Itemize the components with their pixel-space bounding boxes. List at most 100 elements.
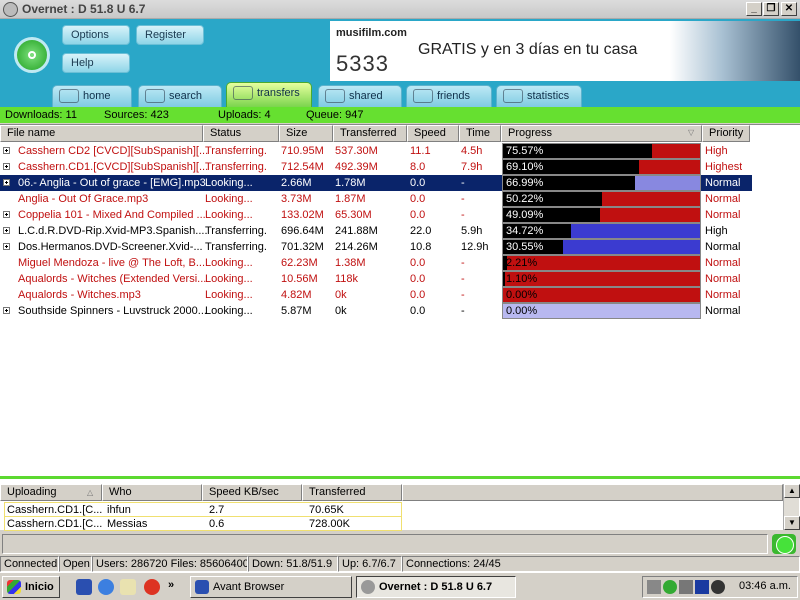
tab-transfers[interactable]: transfers: [226, 82, 312, 107]
taskbar-item-overnet[interactable]: Overnet : D 51.8 U 6.7: [356, 576, 516, 598]
expand-icon[interactable]: [3, 163, 10, 170]
progress-bar: 49.09%: [502, 207, 701, 223]
col-status[interactable]: Status: [203, 125, 279, 142]
register-button[interactable]: Register: [136, 25, 204, 45]
status-users-files: Users: 286720 Files: 85606400: [92, 556, 248, 572]
start-button[interactable]: Inicio: [2, 576, 60, 598]
title-bar[interactable]: Overnet : D 51.8 U 6.7 _ ❐ ✕: [0, 0, 800, 19]
transfer-row[interactable]: Dos.Hermanos.DVD-Screener.Xvid-... Transf…: [0, 239, 752, 255]
expand-icon[interactable]: [3, 179, 10, 186]
col-uploading[interactable]: Uploading △: [0, 484, 102, 501]
col-who[interactable]: Who: [102, 484, 202, 501]
internet-explorer-icon[interactable]: [98, 579, 114, 595]
col-progress[interactable]: Progress: [501, 125, 702, 142]
transfer-row[interactable]: Coppelia 101 - Mixed And Compiled ... Loo…: [0, 207, 752, 223]
sort-arrow-icon: ▽: [688, 128, 695, 137]
progress-bar: 30.55%: [502, 239, 701, 255]
tray-overnet-icon[interactable]: [663, 580, 677, 594]
transfer-row[interactable]: Southside Spinners - Luvstruck 2000... Lo…: [0, 303, 752, 319]
close-button[interactable]: ✕: [781, 2, 797, 16]
cell-speed: 8.0: [410, 161, 426, 173]
message-bar: [0, 532, 800, 556]
transfer-row[interactable]: Aqualords - Witches.mp3 Looking... 4.82M 0k…: [0, 287, 752, 303]
tray-volume-icon[interactable]: [679, 580, 693, 594]
uploads-pane[interactable]: Uploading △ Who Speed KB/sec Transferred …: [0, 476, 800, 531]
cell-size: 701.32M: [281, 241, 324, 253]
uploads-scrollbar[interactable]: ▲ ▼: [783, 484, 800, 530]
scroll-down-arrow[interactable]: ▼: [784, 516, 800, 530]
tray-network-icon[interactable]: [711, 580, 725, 594]
app-icon: [3, 2, 18, 17]
transfer-row[interactable]: L.C.d.R.DVD-Rip.Xvid-MP3.Spanish.... Tran…: [0, 223, 752, 239]
cell-name: Coppelia 101 - Mixed And Compiled ...: [18, 209, 206, 221]
help-button[interactable]: Help: [62, 53, 130, 73]
options-button[interactable]: Options: [62, 25, 130, 45]
cell-priority: Normal: [705, 209, 741, 221]
transfer-row[interactable]: Casshern.CD1.[CVCD][SubSpanish][... Trans…: [0, 159, 752, 175]
cell-speed: 0.0: [410, 177, 426, 189]
tab-shared[interactable]: shared: [318, 85, 402, 107]
col-priority[interactable]: Priority: [702, 125, 750, 142]
connection-status-icon[interactable]: [772, 534, 796, 554]
status-open: Open: [59, 556, 92, 572]
transfer-row[interactable]: 06.- Anglia - Out of grace - [EMG].mp3 Lo…: [0, 175, 752, 191]
progress-text: 1.10%: [506, 273, 538, 285]
tab-search[interactable]: search: [138, 85, 222, 107]
transfer-row[interactable]: Casshern CD2 [CVCD][SubSpanish][... Trans…: [0, 143, 752, 159]
scroll-up-arrow[interactable]: ▲: [784, 484, 800, 498]
ad-banner[interactable]: musifilm.com 5333 GRATIS y en 3 días en …: [330, 21, 800, 81]
minimize-button[interactable]: _: [746, 2, 762, 16]
cell-size: 2.66M: [281, 177, 312, 189]
tab-label: friends: [437, 90, 471, 102]
col-speed[interactable]: Speed: [407, 125, 459, 142]
cell-speed: 11.1: [410, 145, 431, 157]
col-time[interactable]: Time: [459, 125, 501, 142]
col-transferred[interactable]: Transferred: [333, 125, 407, 142]
expand-icon[interactable]: [3, 211, 10, 218]
quicklaunch-more-icon[interactable]: »: [168, 579, 174, 591]
cell-time: -: [461, 273, 465, 285]
col-upload-transferred[interactable]: Transferred: [302, 484, 402, 501]
progress-bar: 1.10%: [502, 271, 701, 287]
tray-avant-icon[interactable]: [695, 580, 709, 594]
transfers-table[interactable]: File name Status Size Transferred Speed …: [0, 124, 800, 476]
col-upload-speed[interactable]: Speed KB/sec: [202, 484, 302, 501]
expand-icon[interactable]: [3, 227, 10, 234]
tray-monitor-icon[interactable]: [647, 580, 661, 594]
friends-icon: [413, 89, 433, 103]
cell-priority: Normal: [705, 273, 741, 285]
progress-text: 0.00%: [506, 305, 538, 317]
tab-home[interactable]: home: [52, 85, 132, 107]
upload-row[interactable]: Casshern.CD1.[C... Messias 0.6 728.00K: [4, 516, 402, 531]
taskbar-item-avant-browser[interactable]: Avant Browser: [190, 576, 352, 598]
expand-icon[interactable]: [3, 147, 10, 154]
maximize-button[interactable]: ❐: [763, 2, 779, 16]
clock[interactable]: 03:46 a.m.: [739, 580, 791, 592]
cell-transferred: 1.38M: [335, 257, 366, 269]
expand-icon[interactable]: [3, 307, 10, 314]
transfer-row[interactable]: Miguel Mendoza - live @ The Loft, B... Lo…: [0, 255, 752, 271]
sources-count: Sources: 423: [104, 109, 169, 121]
cell-name: Aqualords - Witches (Extended Versi...: [18, 273, 207, 285]
progress-remaining: [571, 224, 700, 238]
expand-icon[interactable]: [3, 243, 10, 250]
banner-number: 5333: [336, 51, 389, 76]
transfer-row[interactable]: Aqualords - Witches (Extended Versi... Lo…: [0, 271, 752, 287]
transfer-row[interactable]: Anglia - Out Of Grace.mp3 Looking... 3.73M…: [0, 191, 752, 207]
tab-friends[interactable]: friends: [406, 85, 492, 107]
col-file-name[interactable]: File name: [0, 125, 203, 142]
upload-transferred: 728.00K: [309, 518, 350, 530]
cell-speed: 0.0: [410, 193, 426, 205]
cell-priority: Normal: [705, 177, 741, 189]
col-size[interactable]: Size: [279, 125, 333, 142]
progress-text: 2.21%: [506, 257, 538, 269]
media-player-icon[interactable]: [144, 579, 160, 595]
upload-row[interactable]: Casshern.CD1.[C... ihfun 2.7 70.65K: [4, 502, 402, 517]
tab-statistics[interactable]: statistics: [496, 85, 582, 107]
notepad-icon[interactable]: [120, 579, 136, 595]
col-uploading-label: Uploading: [7, 486, 57, 498]
cell-size: 696.64M: [281, 225, 324, 237]
avant-browser-quicklaunch-icon[interactable]: [76, 579, 92, 595]
cell-status: Transferring.: [205, 225, 267, 237]
tab-label: home: [83, 90, 111, 102]
